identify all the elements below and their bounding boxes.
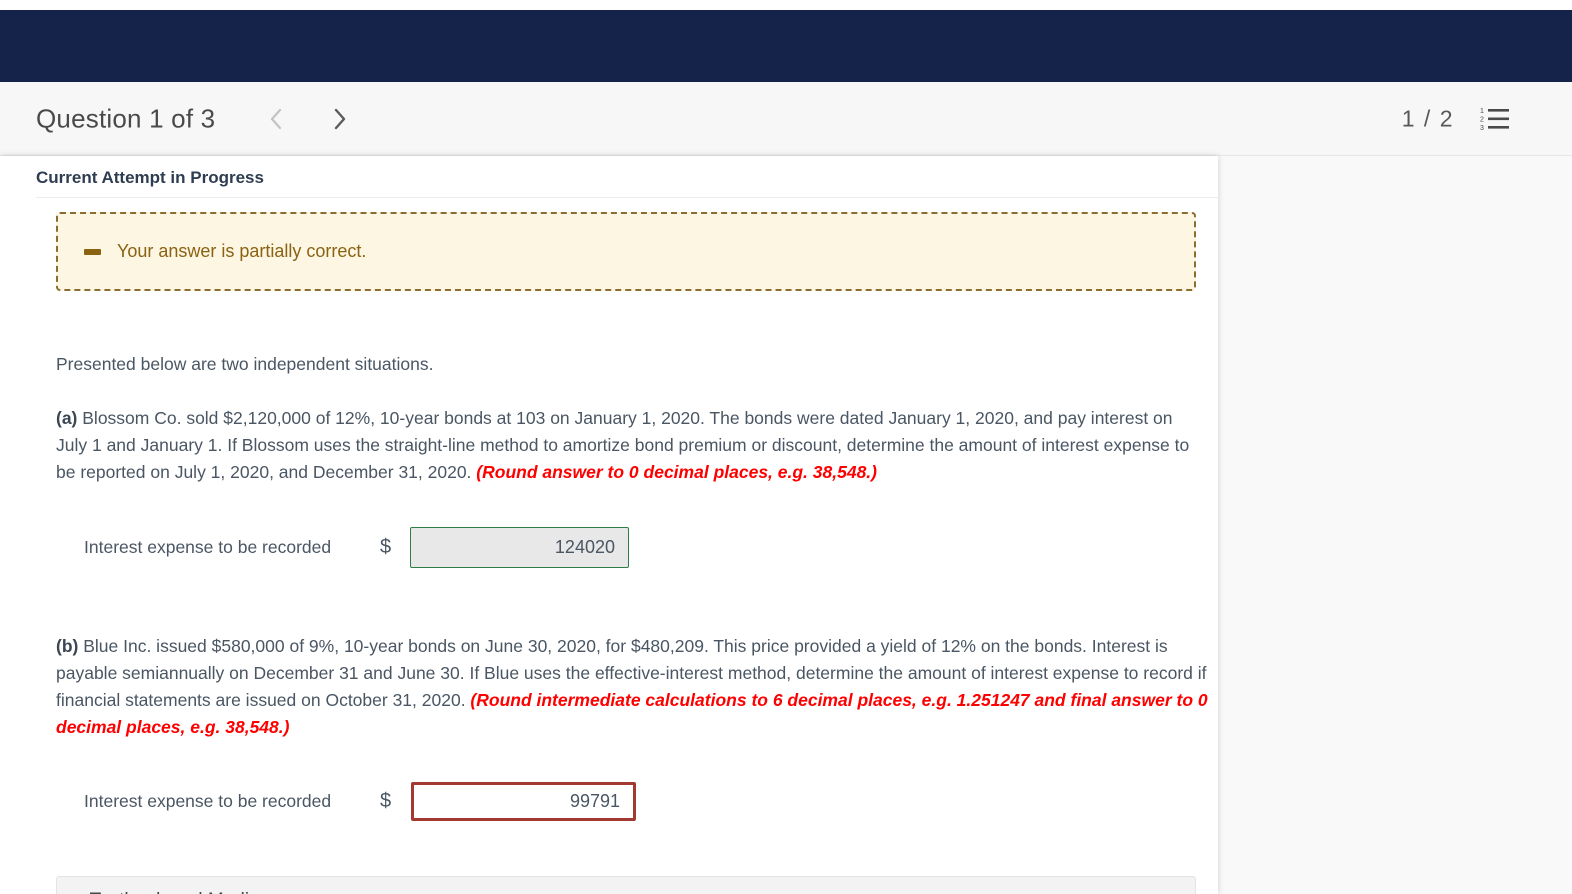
- minus-icon: [81, 241, 103, 263]
- part-a-note: (Round answer to 0 decimal places, e.g. …: [476, 462, 877, 482]
- question-navigation: [258, 99, 358, 139]
- answer-b-label: Interest expense to be recorded: [84, 790, 332, 811]
- status-banner-text: Your answer is partially correct.: [117, 241, 367, 261]
- answer-b-input[interactable]: [411, 781, 636, 821]
- part-b-label: (b): [56, 636, 79, 656]
- app-navbar: [0, 10, 1572, 82]
- answer-a-label: Interest expense to be recorded: [84, 536, 332, 557]
- part-b-paragraph: (b) Blue Inc. issued $580,000 of 9%, 10-…: [56, 633, 1216, 741]
- answer-b-currency: $: [380, 789, 392, 812]
- numbered-list-icon[interactable]: 1 2 3: [1480, 106, 1510, 132]
- top-white-strip: [0, 0, 1572, 10]
- svg-text:2: 2: [1480, 116, 1484, 123]
- svg-text:1: 1: [1480, 108, 1484, 115]
- etextbook-and-media-label: eTextbook and Media: [79, 890, 260, 894]
- part-a-paragraph: (a) Blossom Co. sold $2,120,000 of 12%, …: [56, 405, 1204, 486]
- question-card: Current Attempt in Progress Your answer …: [0, 156, 1218, 894]
- chevron-right-icon[interactable]: [322, 99, 358, 139]
- answer-row-a: Interest expense to be recorded $: [56, 525, 629, 569]
- intro-paragraph: Presented below are two independent situ…: [56, 354, 434, 374]
- card-inner: Your answer is partially correct. Presen…: [36, 198, 1218, 894]
- attempt-status-title: Current Attempt in Progress: [36, 168, 264, 187]
- chevron-left-icon[interactable]: [258, 99, 294, 139]
- part-a-label: (a): [56, 408, 78, 428]
- question-header-bar: Question 1 of 3 1 / 2 1 2 3: [0, 82, 1572, 156]
- page-indicator: 1 / 2: [1401, 105, 1454, 131]
- answer-a-currency: $: [380, 535, 392, 558]
- page-title: Question 1 of 3: [36, 103, 216, 133]
- status-banner: Your answer is partially correct.: [56, 212, 1196, 291]
- svg-text:3: 3: [1480, 125, 1484, 132]
- answer-row-b: Interest expense to be recorded $: [56, 779, 636, 823]
- page-root: Question 1 of 3 1 / 2 1 2 3 Current Atte…: [0, 0, 1572, 894]
- answer-a-input[interactable]: [410, 526, 629, 568]
- etextbook-and-media-button[interactable]: eTextbook and Media: [56, 876, 1196, 894]
